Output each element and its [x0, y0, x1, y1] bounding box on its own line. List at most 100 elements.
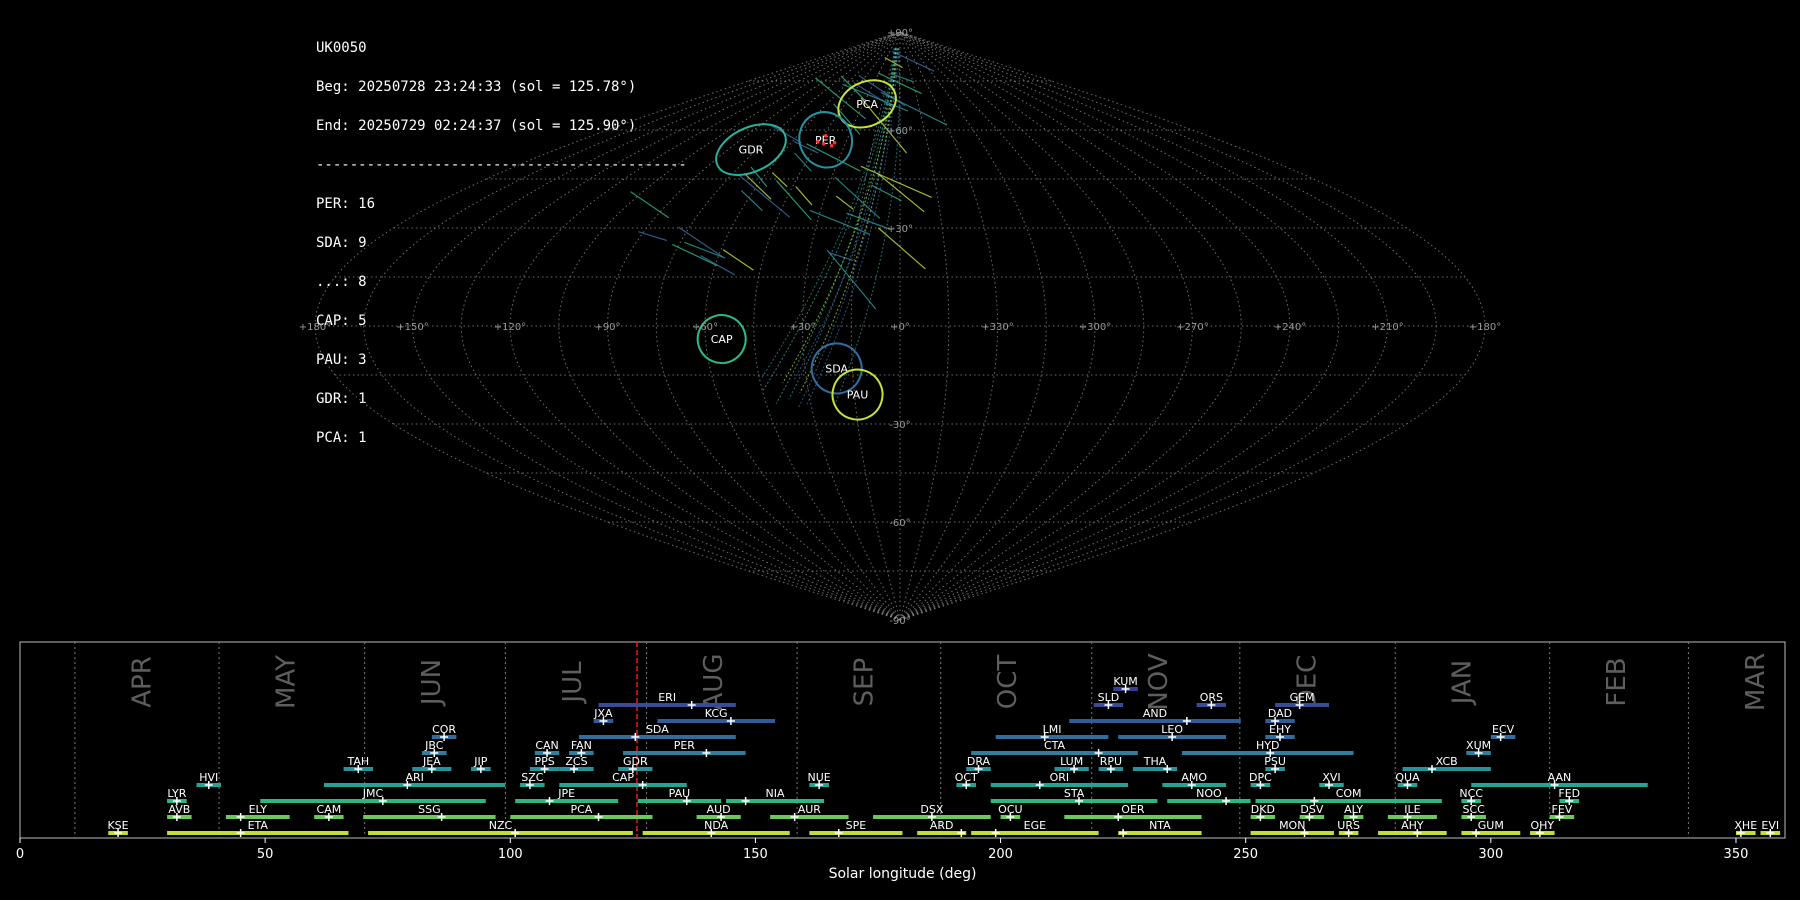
shower-label: GEM [1290, 691, 1315, 704]
sky-grid-labels: +180° +150° +120° +90° +60° +30° +0° +330° +300°… [299, 28, 1501, 627]
shower-label: XHE [1734, 819, 1757, 832]
x-tick-label: 250 [1233, 847, 1258, 862]
shower-label: NIA [766, 787, 785, 800]
x-tick-label: 200 [988, 847, 1013, 862]
shower-label: JPE [557, 787, 575, 800]
latitude-label: -30° [889, 420, 910, 431]
shower-label: AND [1143, 707, 1167, 720]
shower-label: AUD [707, 803, 731, 816]
month-label: FEB [1602, 657, 1632, 706]
shower-label: LEO [1161, 723, 1183, 736]
x-tick-label: 300 [1478, 847, 1503, 862]
shower-label: LUM [1060, 755, 1083, 768]
shower-label: DSX [920, 803, 943, 816]
shower-label: ERI [658, 691, 676, 704]
shower-label: NOO [1196, 787, 1222, 800]
meteor-point [829, 144, 834, 148]
shower-label: FAN [571, 739, 592, 752]
shower-label: JXA [593, 707, 613, 720]
month-grid: APR MAY JUN JUL AUG SEP OCT NOV DEC JAN FEB MAR [19, 641, 1786, 839]
shower-label: URS [1337, 819, 1360, 832]
shower-label: MON [1279, 819, 1305, 832]
month-label: JUN [417, 659, 447, 707]
latitude-label: +60° [887, 126, 913, 137]
longitude-label: +210° [1371, 322, 1403, 333]
meteor-trace [722, 249, 754, 271]
shower-label: HVI [199, 771, 218, 784]
shower-label: CAP [612, 771, 634, 784]
shower-label: CAM [317, 803, 342, 816]
shower-label: ORI [1050, 771, 1070, 784]
shower-label: DAD [1268, 707, 1292, 720]
longitude-label: +270° [1176, 322, 1208, 333]
meteor-trace [775, 180, 812, 221]
longitude-label: +60° [692, 322, 718, 333]
shower-label: EHY [1269, 723, 1291, 736]
longitude-label: +30° [789, 322, 815, 333]
shower-label: KSE [107, 819, 128, 832]
radiant-label: GDR [739, 144, 764, 157]
shower-label: FED [1558, 787, 1580, 800]
shower-label: EGE [1024, 819, 1046, 832]
shower-label: XVI [1322, 771, 1340, 784]
shower-label: NDA [704, 819, 729, 832]
shower-label: ORS [1200, 691, 1223, 704]
shower-label: OER [1121, 803, 1145, 816]
shower-label: QUA [1395, 771, 1420, 784]
month-label: MAR [1741, 653, 1771, 711]
shower-label: JMC [362, 787, 384, 800]
x-tick-label: 150 [743, 847, 768, 862]
x-tick-label: 0 [16, 847, 24, 862]
longitude-label: +330° [981, 322, 1013, 333]
longitude-label: +150° [396, 322, 428, 333]
shower-label: DRA [967, 755, 991, 768]
shower-label: OCT [955, 771, 978, 784]
shower-label: NZC [489, 819, 513, 832]
month-label: OCT [993, 655, 1023, 710]
shower-label: COR [432, 723, 456, 736]
shower-label: SDA [646, 723, 669, 736]
meteor-trace [788, 48, 895, 400]
meteor-trace [795, 185, 813, 206]
shower-label: SSG [418, 803, 441, 816]
meteor-trace [700, 255, 736, 276]
shower-label: EVI [1761, 819, 1779, 832]
shower-label: KUM [1113, 675, 1137, 688]
shower-label: OHY [1530, 819, 1554, 832]
shower-label: AUR [798, 803, 822, 816]
shower-label: CAN [535, 739, 558, 752]
shower-label: LMI [1043, 723, 1062, 736]
x-axis: 0 50 100 150 200 250 300 350 Solar longitude (de… [16, 838, 1748, 882]
shower-label: JEA [422, 755, 441, 768]
shower-label: JIP [473, 755, 487, 768]
latitude-label: +30° [887, 224, 913, 235]
meteor-trace [834, 176, 881, 219]
radiant-label: CAP [711, 333, 733, 346]
shower-label: ELY [249, 803, 268, 816]
shower-label: FEV [1552, 803, 1573, 816]
month-label: APR [127, 656, 157, 708]
shower-label: AVB [168, 803, 190, 816]
shower-label: NUE [808, 771, 831, 784]
shower-label: SZC [521, 771, 544, 784]
shower-label: ARI [405, 771, 423, 784]
meteor-trace [630, 191, 670, 219]
meteor-point [815, 140, 820, 144]
shower-label: PPS [534, 755, 554, 768]
shower-label: XCB [1436, 755, 1458, 768]
shower-label: GUM [1478, 819, 1504, 832]
shower-label: RPU [1100, 755, 1122, 768]
month-label: MAY [272, 655, 302, 709]
meteor-trace [809, 209, 871, 235]
shower-label: NCC [1459, 787, 1483, 800]
shower-label: ALY [1344, 803, 1363, 816]
radiant-label: PAU [847, 389, 869, 402]
shower-label: ILE [1404, 803, 1420, 816]
longitude-label: +90° [594, 322, 620, 333]
meteor-trace [794, 152, 812, 172]
shower-label: SPE [846, 819, 867, 832]
meteor-point [832, 141, 837, 145]
shower-label: AMO [1181, 771, 1207, 784]
shower-label: PCA [570, 803, 592, 816]
month-label: SEP [850, 658, 880, 707]
